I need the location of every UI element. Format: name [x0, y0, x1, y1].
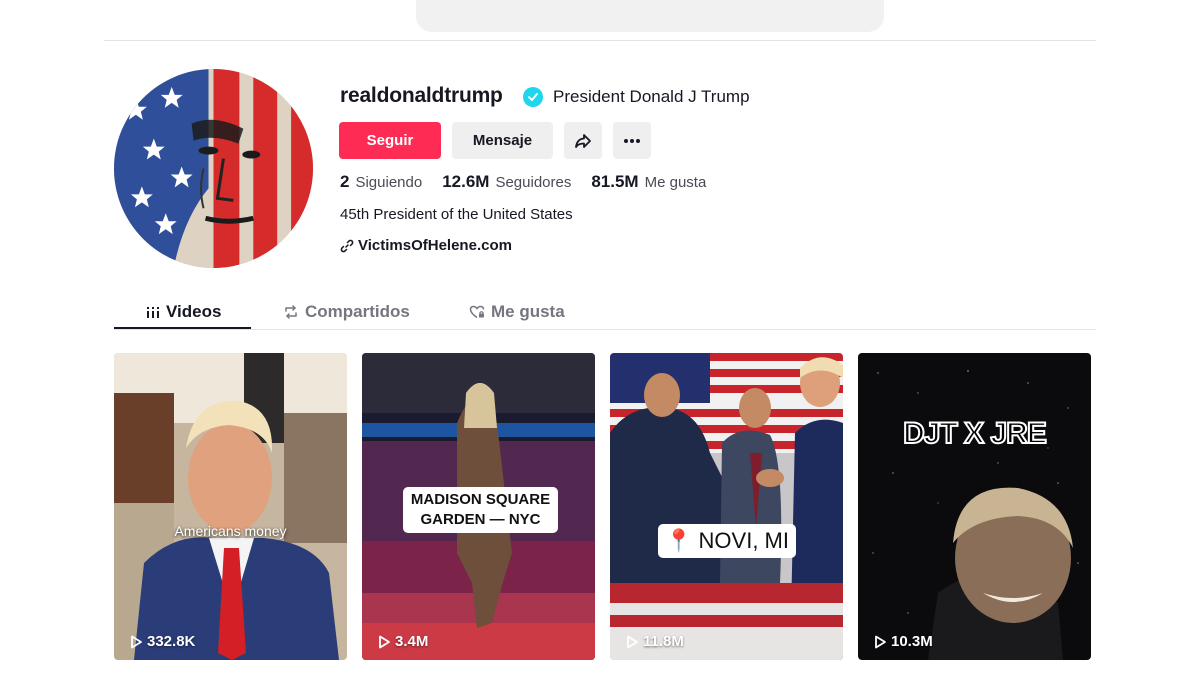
username: realdonaldtrump: [340, 84, 503, 107]
header-divider: [104, 40, 1096, 41]
following-label: Siguiendo: [355, 174, 423, 191]
repost-icon: [283, 304, 299, 320]
video-card[interactable]: 📍 NOVI, MI 11.8M: [610, 353, 843, 660]
message-button[interactable]: Mensaje: [452, 122, 553, 159]
caption-line-2: GARDEN — NYC: [420, 511, 541, 528]
tab-videos[interactable]: Videos: [146, 294, 221, 330]
more-dots-icon: [624, 138, 640, 143]
profile-link[interactable]: VictimsOfHelene.com: [340, 237, 512, 254]
search-bar[interactable]: [416, 0, 884, 32]
video-caption: 📍 NOVI, MI: [658, 524, 796, 558]
likes-label: Me gusta: [644, 174, 707, 191]
video-card[interactable]: MADISON SQUARE GARDEN — NYC 3.4M: [362, 353, 595, 660]
bio-text: 45th President of the United States: [340, 206, 573, 223]
location-pin-icon: 📍: [665, 528, 693, 553]
tab-videos-label: Videos: [166, 302, 222, 321]
tabs-divider: [114, 329, 1096, 330]
nickname: President Donald J Trump: [553, 87, 750, 106]
share-button[interactable]: [564, 122, 602, 159]
view-count: 3.4M: [378, 633, 428, 650]
avatar[interactable]: [114, 69, 313, 268]
share-icon: [575, 133, 591, 148]
tab-likes-label: Me gusta: [491, 302, 565, 321]
more-button[interactable]: [613, 122, 651, 159]
view-count: 11.8M: [626, 633, 684, 650]
likes-stat: 81.5M Me gusta: [591, 172, 706, 192]
followers-stat[interactable]: 12.6M Seguidores: [442, 172, 571, 192]
following-count: 2: [340, 172, 350, 191]
view-count-text: 11.8M: [643, 633, 684, 650]
tab-shared[interactable]: Compartidos: [283, 294, 410, 330]
play-icon: [627, 635, 638, 648]
followers-label: Seguidores: [495, 174, 572, 191]
play-icon: [131, 635, 142, 648]
follow-button[interactable]: Seguir: [339, 122, 441, 159]
view-count-text: 332.8K: [147, 633, 196, 650]
heart-lock-icon: [469, 304, 485, 320]
video-caption: MADISON SQUARE GARDEN — NYC: [403, 487, 558, 533]
video-caption: DJT X JRE: [902, 416, 1048, 451]
video-card[interactable]: Americans money 332.8K: [114, 353, 347, 660]
video-caption: Americans money: [174, 523, 287, 539]
avatar-flag-portrait: [114, 69, 313, 268]
play-icon: [379, 635, 390, 648]
video-thumbnail: [114, 353, 347, 660]
tab-shared-label: Compartidos: [305, 302, 410, 321]
caption-line-1: MADISON SQUARE: [410, 491, 551, 508]
play-icon: [875, 635, 886, 648]
followers-count: 12.6M: [442, 172, 490, 191]
view-count: 10.3M: [874, 633, 933, 650]
view-count-text: 3.4M: [395, 633, 429, 650]
video-thumbnail: [858, 353, 1091, 660]
video-card[interactable]: DJT X JRE 10.3M: [858, 353, 1091, 660]
profile-stats: 2 Siguiendo 12.6M Seguidores 81.5M Me gu…: [340, 172, 726, 192]
grid-icon: [146, 305, 160, 319]
view-count: 332.8K: [130, 633, 195, 650]
profile-link-text: VictimsOfHelene.com: [358, 237, 512, 254]
link-icon: [340, 239, 354, 252]
tab-likes[interactable]: Me gusta: [469, 294, 565, 330]
view-count-text: 10.3M: [891, 633, 933, 650]
verified-check-icon: [523, 87, 543, 107]
likes-count: 81.5M: [591, 172, 639, 191]
video-thumbnail: [610, 353, 843, 660]
caption-text: NOVI, MI: [698, 528, 789, 553]
following-stat[interactable]: 2 Siguiendo: [340, 172, 422, 192]
